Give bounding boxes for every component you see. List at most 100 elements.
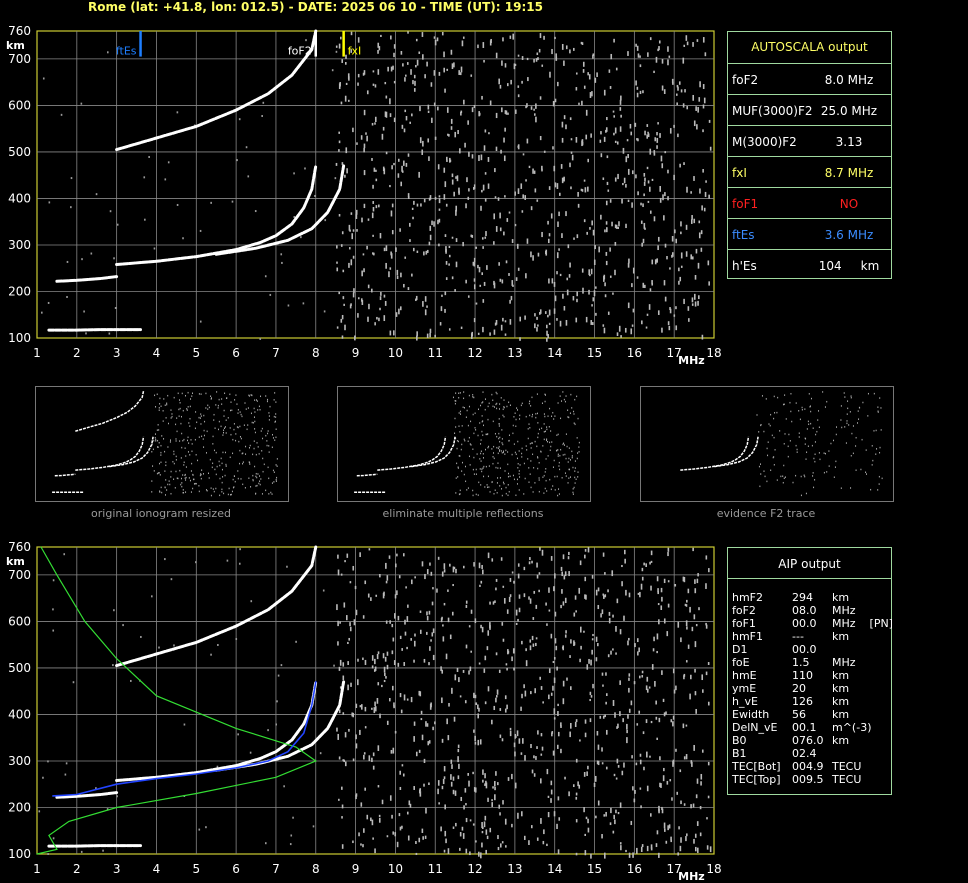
noise-dot: [644, 130, 646, 136]
noise-dot: [493, 329, 496, 335]
aip-value: 00.0: [792, 643, 817, 656]
noise-dot: [536, 574, 539, 579]
thumb-dot: [531, 396, 533, 399]
thumb-dot: [258, 453, 260, 455]
thumb-dot: [503, 482, 505, 485]
thumb-dot: [237, 409, 239, 411]
noise-dot: [442, 624, 444, 627]
thumb-dot: [271, 446, 273, 449]
thumb-dot: [826, 471, 828, 473]
noise-dot: [639, 64, 642, 68]
thumb-dot: [497, 452, 499, 455]
thumb-dot: [229, 427, 231, 429]
thumb-dot: [256, 400, 258, 402]
thumb-dot: [452, 396, 454, 399]
thumb-dot: [530, 486, 532, 489]
noise-dot: [377, 42, 380, 48]
noise-dot: [364, 726, 367, 729]
noise-dot: [649, 561, 651, 565]
thumb-dot: [537, 467, 539, 470]
thumb-dot: [222, 476, 224, 478]
noise-dot: [440, 306, 443, 312]
noise-dot: [589, 699, 591, 702]
noise-dot: [413, 786, 415, 790]
noise-dot: [389, 795, 392, 801]
noise-dot: [650, 560, 653, 563]
noise-dot: [597, 800, 600, 806]
noise-dot: [344, 95, 347, 102]
thumb-dot: [573, 413, 575, 415]
x-tick-label: 5: [192, 346, 200, 360]
thumb-dot: [158, 441, 160, 444]
noise-dot: [584, 850, 587, 856]
noise-dot: [664, 296, 667, 302]
noise-dot: [451, 687, 453, 694]
noise-dot: [360, 843, 362, 846]
noise-dot: [673, 124, 675, 128]
noise-dot: [336, 727, 338, 732]
noise-dot: [538, 589, 540, 593]
thumb-dot: [507, 475, 509, 478]
aip-row: DelN_vE 00.1 m^(-3): [732, 721, 890, 734]
thumb-dot: [479, 422, 481, 424]
noise-dot: [347, 661, 349, 665]
noise-dot: [701, 749, 704, 753]
noise-dot: [112, 664, 114, 667]
thumb-dot: [256, 484, 258, 487]
noise-dot: [470, 333, 473, 339]
noise-dot: [389, 330, 392, 336]
noise-dot: [411, 579, 413, 585]
noise-dot: [628, 258, 630, 264]
noise-dot: [462, 36, 465, 39]
thumb-dot: [574, 460, 576, 462]
thumb-dot: [271, 482, 273, 484]
thumb-dot: [155, 440, 157, 442]
noise-dot: [368, 755, 371, 762]
noise-dot: [500, 324, 503, 331]
noise-dot: [199, 320, 202, 323]
noise-dot: [646, 785, 649, 792]
plot-frame: [36, 546, 715, 855]
noise-dot: [350, 31, 353, 36]
noise-dot: [683, 803, 686, 806]
noise-dot: [454, 790, 457, 796]
thumb-dot: [265, 434, 267, 437]
noise-dot: [577, 781, 579, 787]
thumb-dot: [500, 397, 502, 399]
noise-dot: [694, 588, 697, 594]
noise-dot: [431, 632, 434, 637]
noise-dot: [374, 706, 377, 712]
noise-dot: [508, 596, 511, 603]
thumb-dot: [767, 454, 769, 457]
noise-dot: [604, 294, 607, 298]
noise-dot: [673, 689, 676, 694]
thumb-dot: [849, 411, 851, 413]
noise-dot: [525, 660, 528, 667]
autoscala-row: ftEs 3.6 MHz: [728, 218, 891, 250]
noise-dot: [693, 838, 695, 844]
noise-dot: [477, 44, 479, 49]
thumb-dot: [200, 413, 202, 415]
thumb-dot: [872, 459, 874, 462]
noise-dot: [469, 819, 472, 822]
noise-dot: [628, 852, 631, 858]
noise-dot: [393, 80, 396, 84]
noise-dot: [602, 324, 605, 327]
thumb-dot: [267, 398, 269, 401]
noise-dot: [609, 86, 612, 89]
noise-dot: [391, 230, 394, 235]
noise-dot: [362, 615, 365, 619]
noise-dot: [600, 153, 603, 158]
noise-dot: [696, 39, 699, 42]
noise-dot: [353, 619, 356, 626]
thumb-dot: [158, 429, 160, 431]
noise-dot: [550, 556, 553, 561]
noise-dot: [506, 83, 509, 87]
thumb-dot: [203, 434, 205, 437]
noise-dot: [667, 603, 670, 608]
noise-dot: [383, 247, 386, 252]
noise-dot: [533, 773, 536, 777]
thumb-dot: [483, 475, 485, 478]
thumb-dot: [249, 463, 251, 465]
noise-dot: [349, 626, 352, 632]
